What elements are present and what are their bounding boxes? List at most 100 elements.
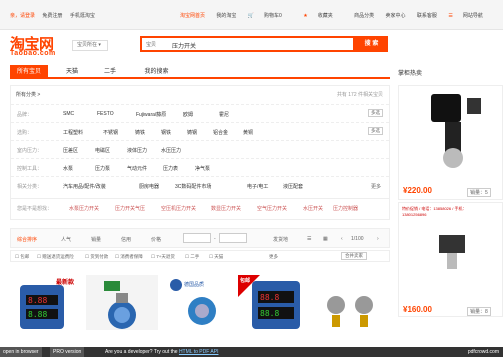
suggest-link[interactable]: 水泵压力开关 <box>69 205 99 212</box>
suggest-link[interactable]: 压力控制器 <box>333 205 358 212</box>
site-nav-link[interactable]: ☰ 网站导航 <box>448 13 493 19</box>
more-options[interactable]: 更多 <box>269 254 278 260</box>
product-card[interactable]: 8.88 8.88 最新款 <box>10 275 82 330</box>
checkbox-cod[interactable]: ☐ 货到付款 <box>85 254 108 260</box>
login-link[interactable]: 亲，请登录 <box>10 13 35 19</box>
tab-my-search[interactable]: 我的搜索 <box>134 65 179 79</box>
filter-option[interactable]: 厨房电器 <box>139 183 159 190</box>
filter-option[interactable]: 水泵 <box>63 165 73 172</box>
next-page-icon[interactable]: › <box>377 236 379 242</box>
search-category[interactable]: 宝贝 <box>146 41 156 48</box>
product-card[interactable]: 88.8 88.8 包邮 <box>238 275 310 330</box>
category-breadcrumb[interactable]: 所有分类 > <box>16 91 40 98</box>
filter-option[interactable]: 压力表 <box>163 165 178 172</box>
filter-option[interactable]: 汽车用品/配件/改装 <box>63 183 106 190</box>
filter-option[interactable]: 电子/电工 <box>247 183 268 190</box>
pdfcrowd-link[interactable]: pdfcrowd.com <box>468 349 499 355</box>
suggest-link[interactable]: 空压机压力开关 <box>161 205 196 212</box>
filter-option[interactable]: 液体压力 <box>127 147 147 154</box>
hot-item[interactable]: ¥220.00 销量：5 <box>398 85 503 200</box>
filter-option[interactable]: 气动元件 <box>127 165 147 172</box>
filter-option[interactable]: 铸铁 <box>135 129 145 136</box>
filter-option[interactable]: 铝合金 <box>213 129 228 136</box>
hot-item[interactable]: 特价促销 / 电话：13858026 / 手机：13801256896 ¥160… <box>398 202 503 317</box>
open-in-browser-button[interactable]: open in browser <box>0 347 42 357</box>
ship-from-select[interactable]: 发货地 <box>273 236 288 243</box>
filter-option[interactable]: 压差区 <box>63 147 78 154</box>
pro-version-button[interactable]: PRO version <box>50 347 85 357</box>
checkbox-label: 天猫 <box>214 254 224 259</box>
prev-page-icon[interactable]: ‹ <box>341 236 343 242</box>
filter-option[interactable]: 钢铁 <box>161 129 171 136</box>
filter-row-tools: 控制工具： 水泵 压力泵 气动元件 压力表 净气泵 <box>11 158 389 176</box>
filter-option[interactable]: 电磁区 <box>95 147 110 154</box>
suggest-link[interactable]: 空气压力开关 <box>257 205 287 212</box>
product-image <box>86 275 158 330</box>
tab-tmall[interactable]: 天猫 <box>58 65 86 79</box>
filter-option[interactable]: 3C数码配件市场 <box>175 183 211 190</box>
checkbox-free-shipping[interactable]: ☐ 包邮 <box>15 254 29 260</box>
sort-default[interactable]: 综合排序 <box>17 236 37 243</box>
filter-option[interactable]: 欧姆 <box>183 111 193 118</box>
sort-popularity[interactable]: 人气 <box>61 236 71 243</box>
price-max-input[interactable] <box>219 233 247 243</box>
top-bar: 亲，请登录 免费注册 手机逛淘宝 淘宝网首页 我的淘宝 🛒 购物车0 ★ 收藏夹 商… <box>0 0 503 30</box>
seller-center-link[interactable]: 卖家中心 <box>386 13 406 19</box>
sort-price[interactable]: 价格 <box>151 236 161 243</box>
checkbox-tmall[interactable]: ☐ 天猫 <box>209 254 223 260</box>
filter-option[interactable]: Fujiwara/藤原 <box>136 111 166 118</box>
sort-credit[interactable]: 信用 <box>121 236 131 243</box>
filter-option[interactable]: 水压压力 <box>161 147 181 154</box>
filter-option[interactable]: 黄铜 <box>243 129 253 136</box>
mobile-link[interactable]: 手机逛淘宝 <box>70 13 95 19</box>
product-tag: 最新款 <box>56 280 75 286</box>
filter-option[interactable]: 霍尼 <box>219 111 229 118</box>
service-link[interactable]: 联系客服 <box>417 13 437 19</box>
suggest-link[interactable]: 水压开关 <box>303 205 323 212</box>
checkbox-consumer-protection[interactable]: ☐ 消费者保障 <box>115 254 143 260</box>
filter-option[interactable]: 净气泵 <box>195 165 210 172</box>
home-link[interactable]: 淘宝网首页 <box>180 13 205 19</box>
filter-option[interactable]: 铸钢 <box>187 129 197 136</box>
register-link[interactable]: 免费注册 <box>42 13 62 19</box>
merge-sellers-button[interactable]: 合并卖家 <box>341 252 367 260</box>
price-min-input[interactable] <box>183 233 211 243</box>
result-count: 共有 172 件相关宝贝 <box>336 92 383 98</box>
hot-item-image <box>401 88 501 178</box>
tab-all[interactable]: 所有宝贝 <box>10 65 48 79</box>
product-card[interactable]: 德国品质 <box>162 275 234 330</box>
sort-sales[interactable]: 销量 <box>91 236 101 243</box>
multi-select-button[interactable]: 多选 <box>368 127 383 135</box>
checkbox-7day-return[interactable]: ☐ 7+天退货 <box>151 254 175 260</box>
filter-option[interactable]: 压力泵 <box>95 165 110 172</box>
my-taobao-link[interactable]: 我的淘宝 <box>216 13 236 19</box>
hot-item-promo: 特价促销 / 电话：13858026 / 手机：13801256896 <box>402 206 467 217</box>
tab-secondhand[interactable]: 二手 <box>96 65 124 79</box>
filter-row-material: 选购： 工程塑料 不锈钢 铸铁 钢铁 铸钢 铝合金 黄铜 多选 <box>11 122 389 140</box>
filter-panel: 所有分类 > 共有 172 件相关宝贝 品牌： SMC FESTO Fujiwa… <box>10 85 390 220</box>
checkbox-secondhand[interactable]: ☐ 二手 <box>185 254 199 260</box>
search-input[interactable]: 压力开关 <box>172 41 196 50</box>
suggest-link[interactable]: 压力开关气压 <box>115 205 145 212</box>
cart-link[interactable]: 🛒 购物车0 <box>248 13 292 19</box>
svg-text:88.8: 88.8 <box>260 293 279 302</box>
category-link[interactable]: 商品分类 <box>354 13 374 19</box>
filter-option[interactable]: 不锈钢 <box>103 129 118 136</box>
filter-option[interactable]: 工程塑料 <box>63 129 83 136</box>
search-button[interactable]: 搜 索 <box>355 36 388 52</box>
grid-view-icon[interactable]: ▦ <box>323 236 328 242</box>
product-card[interactable] <box>86 275 158 330</box>
suggest-link[interactable]: 数显压力开关 <box>211 205 241 212</box>
filter-option[interactable]: 液压配套 <box>283 183 303 190</box>
list-view-icon[interactable]: ☰ <box>307 236 311 242</box>
multi-select-button[interactable]: 多选 <box>368 109 383 117</box>
checkbox-return-insurance[interactable]: ☐ 赠送退货运费险 <box>37 254 74 260</box>
api-link[interactable]: HTML to PDF API <box>179 349 219 355</box>
product-card[interactable] <box>314 275 386 330</box>
filter-option[interactable]: FESTO <box>97 111 114 117</box>
region-select[interactable]: 宝贝所在 ▾ <box>72 40 108 51</box>
filter-option[interactable]: SMC <box>63 111 74 117</box>
search-box[interactable]: 宝贝 压力开关 <box>140 36 355 52</box>
favorites-link[interactable]: ★ 收藏夹 <box>303 13 343 19</box>
more-link[interactable]: 更多 <box>371 183 381 190</box>
